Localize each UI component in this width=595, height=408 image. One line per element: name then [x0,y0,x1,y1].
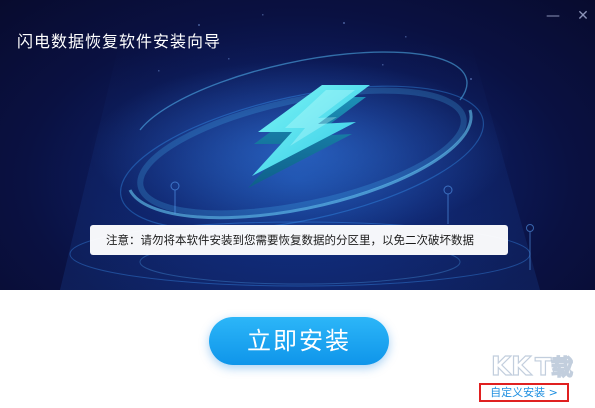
hero-banner: 闪电数据恢复软件安装向导 — ✕ 注意：请勿将本软件安装到您需要恢复数据的分区里… [0,0,595,290]
notice-text: 注意：请勿将本软件安装到您需要恢复数据的分区里，以免二次破坏数据 [106,233,474,247]
svg-text:载: 载 [551,355,573,381]
close-icon: ✕ [577,8,589,24]
close-button[interactable]: ✕ [575,8,591,24]
installer-window: 闪电数据恢复软件安装向导 — ✕ 注意：请勿将本软件安装到您需要恢复数据的分区里… [0,0,595,408]
warning-notice: 注意：请勿将本软件安装到您需要恢复数据的分区里，以免二次破坏数据 [90,225,508,255]
window-title: 闪电数据恢复软件安装向导 [17,32,222,51]
install-now-button[interactable]: 立即安装 [209,317,389,365]
minimize-icon: — [546,8,560,24]
kkt-watermark-logo: KK T 载 [490,351,573,382]
minimize-button[interactable]: — [545,8,561,24]
custom-install-link[interactable]: 自定义安装 > [479,383,569,402]
svg-text:KK: KK [491,352,532,382]
svg-text:T: T [535,353,552,381]
